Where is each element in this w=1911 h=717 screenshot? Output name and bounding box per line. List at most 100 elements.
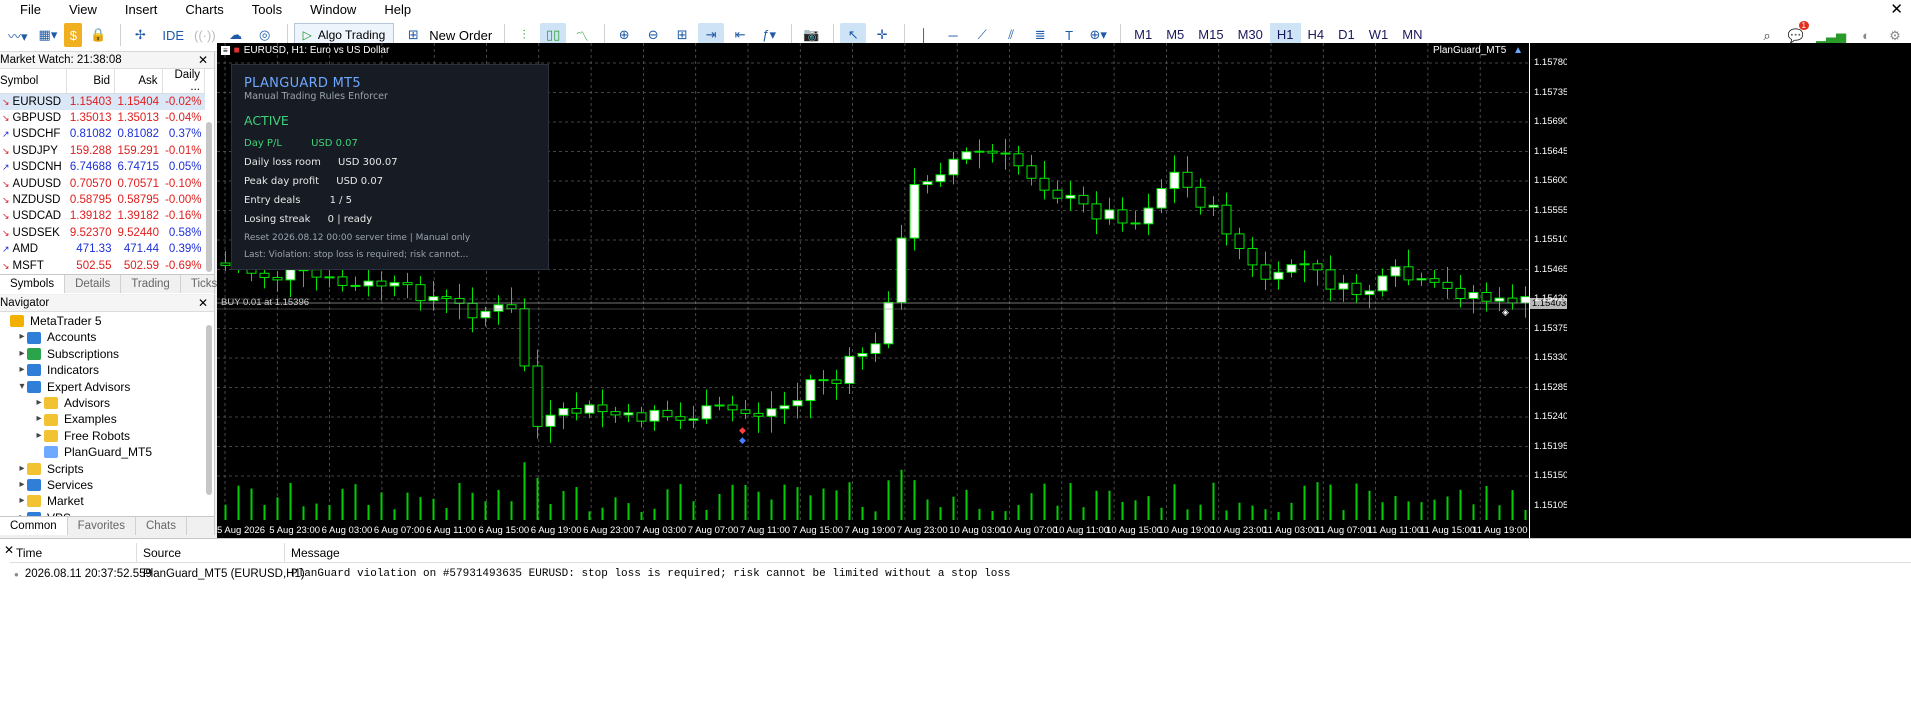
navigator-item[interactable]: ▸ Free Robots: [0, 428, 214, 444]
candle-body: [467, 302, 478, 319]
price-tick-label: 1.15150: [1534, 470, 1569, 481]
candle-body: [1403, 266, 1414, 281]
candle-body: [259, 272, 270, 278]
column-time[interactable]: Time: [10, 543, 137, 562]
navigator-item[interactable]: ▸ Subscriptions: [0, 346, 214, 362]
candle-body: [1325, 269, 1336, 290]
column-source[interactable]: Source: [137, 543, 285, 562]
column-message[interactable]: Message: [285, 543, 1911, 562]
candle-body: [1026, 165, 1037, 179]
expander-icon[interactable]: ▾: [17, 379, 27, 395]
candle-body: [1208, 204, 1219, 208]
table-row[interactable]: ↘ EURUSD 1.15403 1.15404 -0.02%: [0, 93, 205, 110]
menu-file[interactable]: File: [0, 0, 55, 19]
expander-icon[interactable]: ▸: [17, 329, 27, 345]
close-icon[interactable]: ✕: [1890, 0, 1903, 19]
price-tick-label: 1.15285: [1534, 381, 1569, 393]
folder-icon: [44, 413, 58, 426]
chart-type-icon[interactable]: 〰▾: [4, 23, 32, 47]
ide-button[interactable]: IDE: [156, 28, 190, 43]
new-chart-icon[interactable]: ▦▾: [35, 23, 62, 47]
daily-loss-room-row: Daily loss room USD 300.07: [244, 157, 398, 168]
tab-favorites[interactable]: Favorites: [68, 517, 136, 535]
navigator-item[interactable]: ▾ Expert Advisors: [0, 379, 214, 395]
table-row[interactable]: ↘ NZDUSD 0.58795 0.58795 -0.00%: [0, 192, 205, 208]
ask-cell: 1.35013: [117, 112, 160, 125]
tab-common[interactable]: Common: [0, 517, 68, 535]
navigator-item[interactable]: ▸ Scripts: [0, 461, 214, 477]
menu-window[interactable]: Window: [296, 0, 370, 19]
chart-menu-icon[interactable]: ≡: [221, 46, 230, 55]
reset-info: Reset 2026.08.12 00:00 server time | Man…: [244, 233, 471, 243]
arrow-down-icon: ↘: [2, 211, 10, 222]
expander-icon[interactable]: ▸: [17, 493, 27, 509]
signals-icon[interactable]: ((·)): [190, 23, 220, 47]
scrollbar[interactable]: [206, 122, 212, 272]
symbol-cell: ↗ USDCNH: [0, 159, 67, 175]
navigator-item[interactable]: PlanGuard_MT5: [0, 444, 214, 460]
symbol-cell: ↗ AMD: [0, 241, 67, 257]
lock-icon[interactable]: 🔒: [85, 23, 111, 47]
column-symbol[interactable]: Symbol: [0, 69, 68, 94]
expander-icon[interactable]: ▸: [17, 362, 27, 378]
menu-charts[interactable]: Charts: [171, 0, 237, 19]
expert-advisor-badge[interactable]: PlanGuard_MT5 ▲: [1433, 45, 1523, 56]
navigator-item[interactable]: ▸ Examples: [0, 411, 214, 427]
menu-insert[interactable]: Insert: [111, 0, 172, 19]
table-row[interactable]: ↗ AMD 471.33 471.44 0.39%: [0, 241, 205, 257]
table-row[interactable]: ↗ USDCHF 0.81082 0.81082 0.37%: [0, 126, 205, 142]
navigator-item-label: Accounts: [47, 330, 97, 345]
column-ask[interactable]: Ask: [114, 69, 163, 94]
time-tick-label: 5 Aug 23:00: [269, 525, 321, 536]
tab-chats[interactable]: Chats: [136, 517, 187, 535]
candle-body: [1520, 296, 1529, 304]
symbol-cell: ↘ USDSEK: [0, 225, 67, 241]
navigator-item[interactable]: ▸ Advisors: [0, 395, 214, 411]
column-daily-change[interactable]: Daily ...: [162, 69, 206, 94]
symbol-name: AMD: [12, 243, 39, 256]
position-label[interactable]: BUY 0.01 at 1.15396: [221, 297, 309, 308]
table-row[interactable]: ↗ USDCNH 6.74688 6.74715 0.05%: [0, 159, 205, 175]
price-tick-label: 1.15195: [1534, 440, 1569, 452]
column-bid[interactable]: Bid: [66, 69, 115, 94]
dollar-icon[interactable]: $: [64, 23, 83, 47]
navigator-item[interactable]: ▸ Accounts: [0, 329, 214, 345]
price-scale[interactable]: 1.15403 1.15780 1.15735 1.15690 1.15645 1.15…: [1529, 43, 1569, 538]
expander-icon[interactable]: ▸: [34, 395, 44, 411]
strategy-tester-icon[interactable]: ✢: [127, 23, 153, 47]
expander-icon[interactable]: ▸: [34, 411, 44, 427]
table-row[interactable]: ↘ MSFT 502.55 502.59 -0.69%: [0, 257, 205, 273]
symbol-cell: ↘ NZDUSD: [0, 192, 67, 208]
bid-cell: 1.15403: [66, 93, 115, 110]
losing-streak-row: Losing streak 0 | ready: [244, 214, 372, 225]
table-row[interactable]: ↘ AUDUSD 0.70570 0.70571 -0.10%: [0, 175, 205, 191]
navigator-item[interactable]: ▸ Indicators: [0, 362, 214, 378]
table-row[interactable]: ↘ GBPUSD 1.35013 1.35013 -0.04%: [0, 110, 205, 126]
navigator-item[interactable]: ▸ Market: [0, 493, 214, 509]
close-icon[interactable]: ✕: [198, 52, 208, 69]
expander-icon[interactable]: ▸: [34, 428, 44, 444]
expander-icon[interactable]: ▸: [17, 477, 27, 493]
menu-help[interactable]: Help: [370, 0, 425, 19]
close-icon[interactable]: ✕: [198, 295, 208, 312]
menu-tools[interactable]: Tools: [238, 0, 296, 19]
new-order-button[interactable]: New Order: [429, 28, 498, 43]
candle-body: [870, 343, 881, 354]
time-tick-label: 6 Aug 11:00: [426, 525, 477, 536]
expander-icon[interactable]: ▸: [17, 461, 27, 477]
menu-view[interactable]: View: [55, 0, 111, 19]
price-tick-label: 1.15645: [1534, 145, 1569, 157]
navigator-item[interactable]: MetaTrader 5: [0, 313, 214, 329]
table-row[interactable]: ↘ USDCAD 1.39182 1.39182 -0.16%: [0, 208, 205, 224]
journal-row[interactable]: ● 2026.08.11 20:37:52.559 PlanGuard_MT5 (…: [10, 565, 1911, 583]
tab-trading[interactable]: Trading: [121, 275, 181, 293]
navigator-item[interactable]: ▸ Services: [0, 477, 214, 493]
expander-icon[interactable]: ▸: [17, 346, 27, 362]
navigator-title-bar: Navigator ✕: [0, 295, 214, 312]
table-row[interactable]: ↘ USDSEK 9.52370 9.52440 0.58%: [0, 225, 205, 241]
scrollbar[interactable]: [206, 325, 212, 495]
tab-details[interactable]: Details: [65, 275, 122, 293]
table-row[interactable]: ↘ USDJPY 159.288 159.291 -0.01%: [0, 143, 205, 159]
ask-cell: 1.39182: [117, 210, 160, 223]
tab-symbols[interactable]: Symbols: [0, 275, 66, 293]
